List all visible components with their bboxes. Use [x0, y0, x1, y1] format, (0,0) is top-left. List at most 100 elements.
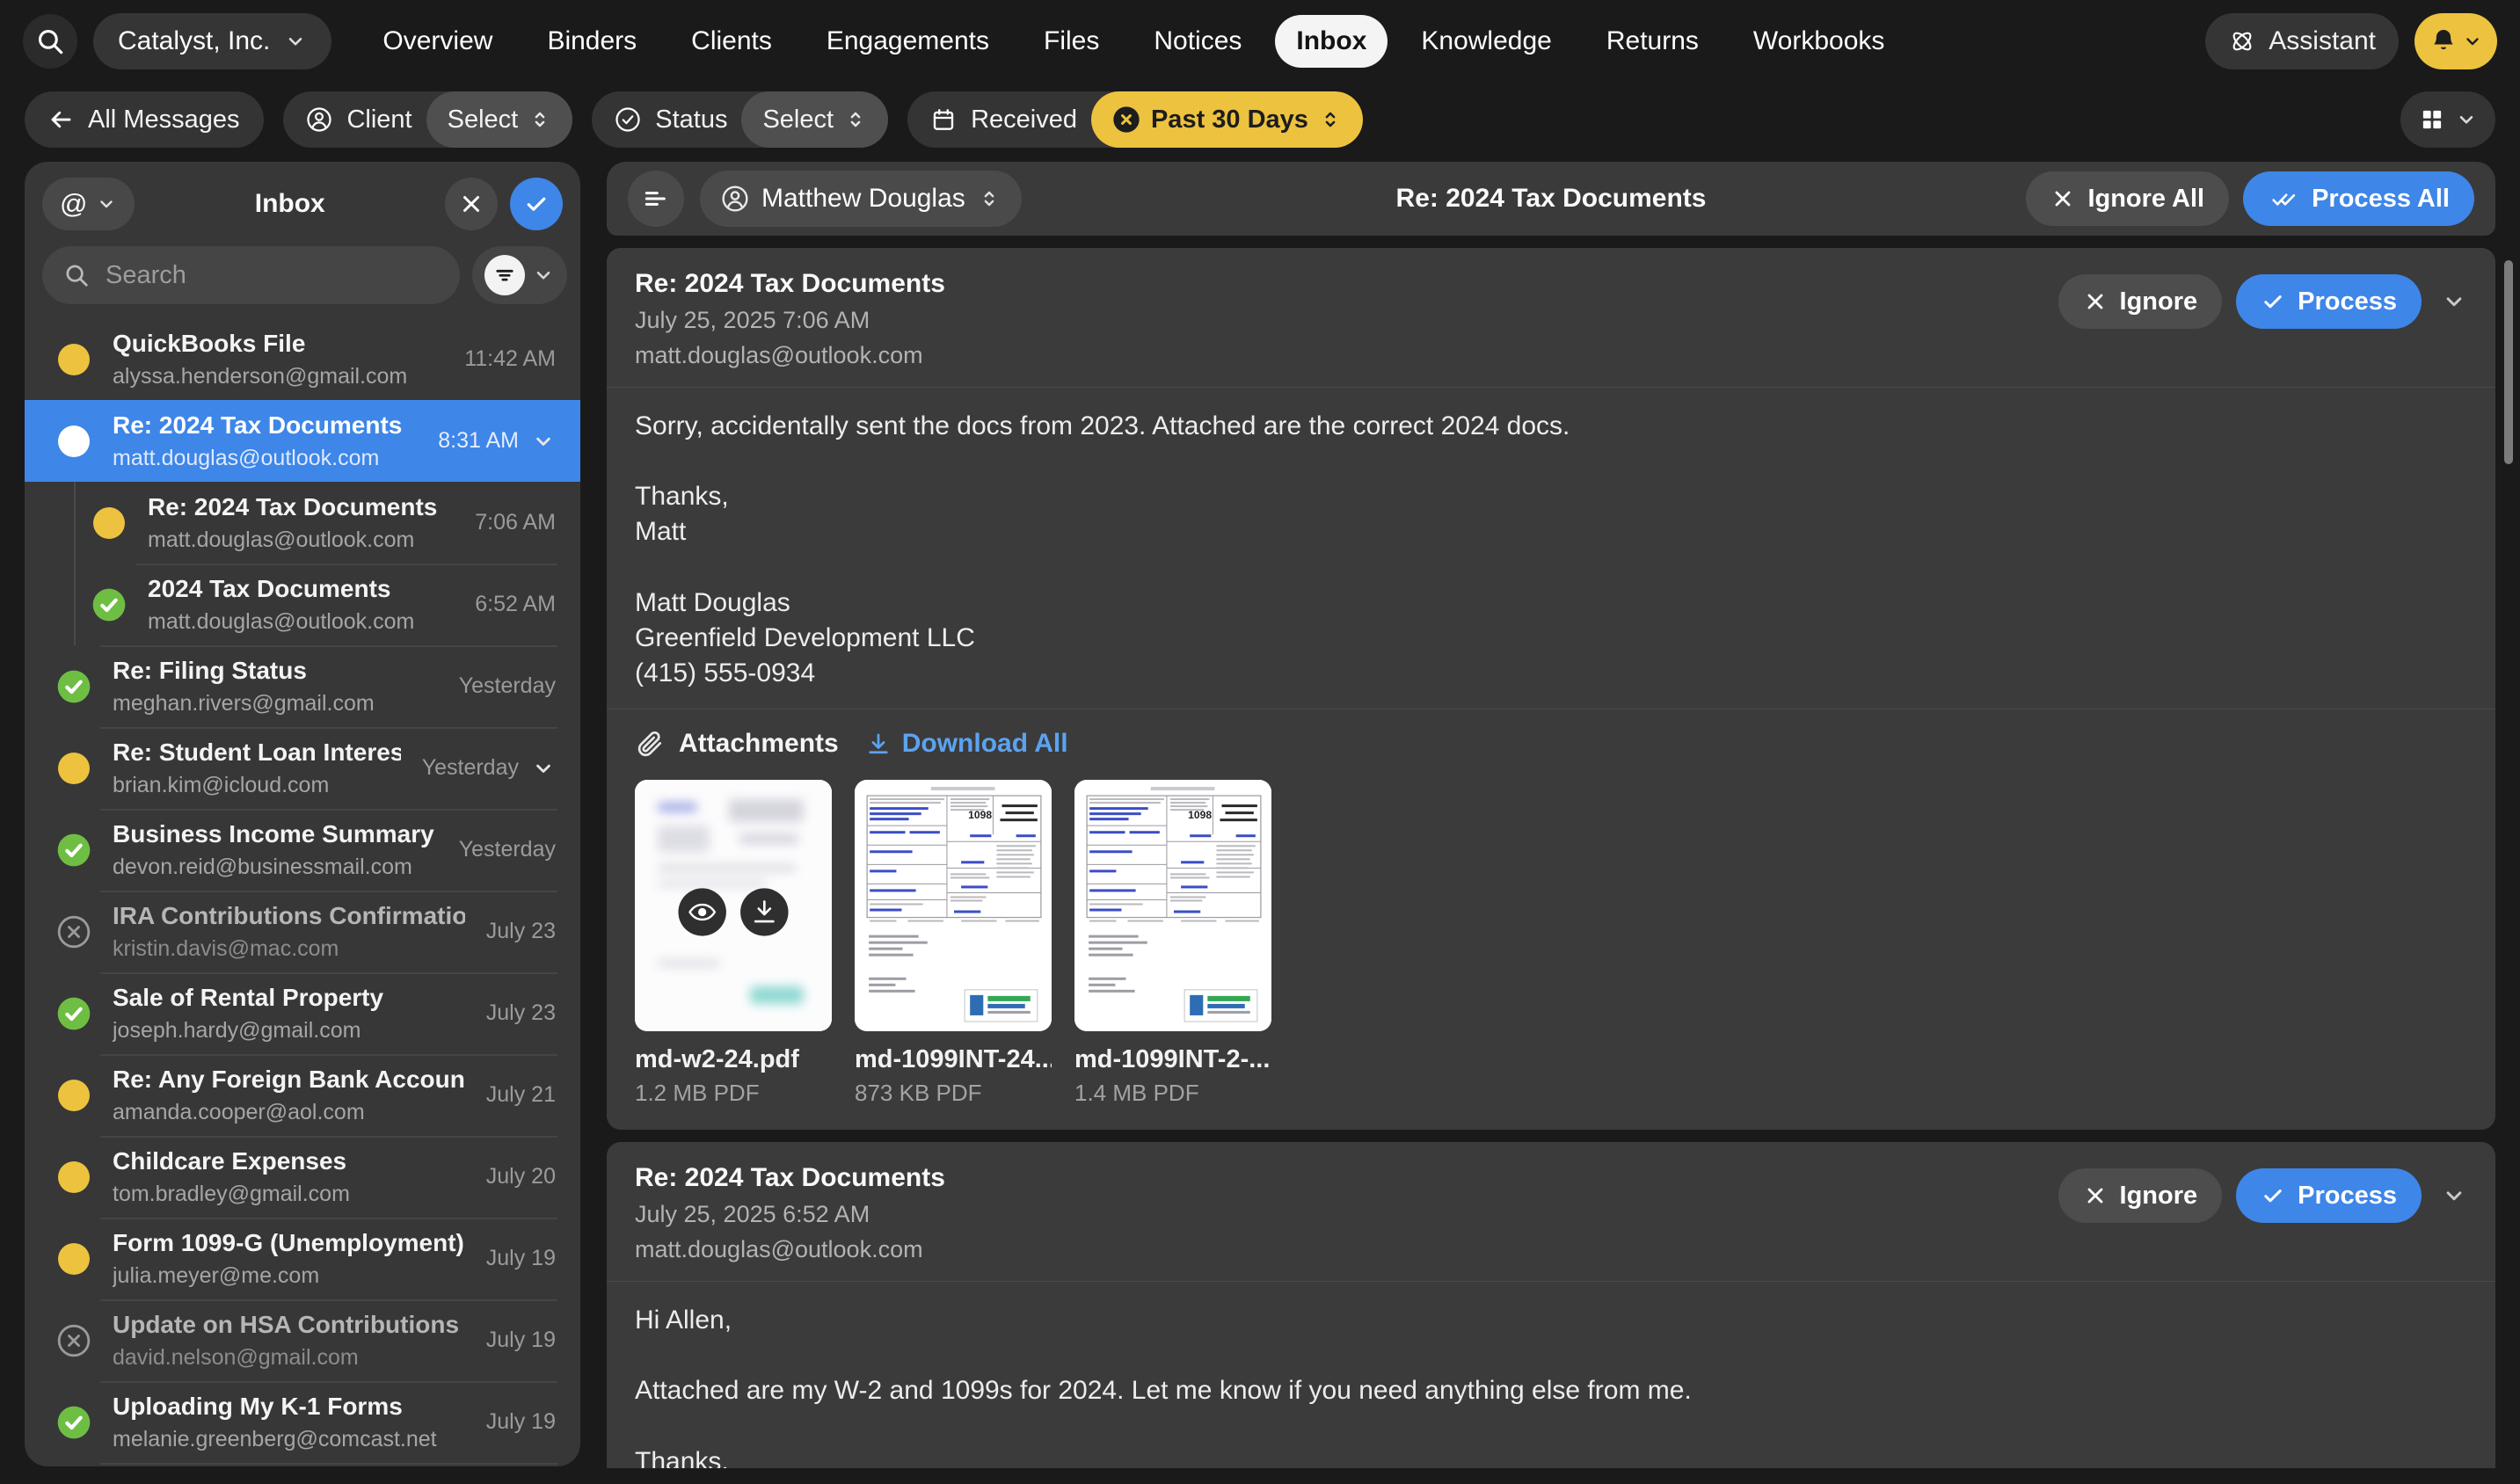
calendar-icon — [930, 106, 957, 133]
notifications-button[interactable] — [2414, 13, 2497, 69]
attachments-label: Attachments — [679, 729, 839, 759]
process-label: Process — [2298, 287, 2397, 316]
chevron-down-icon — [532, 264, 555, 287]
inbox-list-item[interactable]: Re: 2024 Tax Documents matt.douglas@outl… — [25, 400, 580, 482]
attachment-filesize: 873 KB PDF — [855, 1080, 1052, 1107]
attachment-item: md-w2-24.pdf 1.2 MB PDF — [635, 780, 832, 1107]
chevron-down-icon[interactable] — [531, 429, 556, 454]
download-icon — [865, 731, 892, 757]
attachment-filesize: 1.2 MB PDF — [635, 1080, 832, 1107]
inbox-list-item[interactable]: Update on HSA Contributions david.nelson… — [25, 1299, 580, 1381]
nav-tab-notices[interactable]: Notices — [1133, 15, 1263, 68]
assistant-button[interactable]: Assistant — [2205, 13, 2399, 69]
attachment-thumbnail[interactable] — [635, 780, 832, 1031]
nav-tab-clients[interactable]: Clients — [670, 15, 793, 68]
process-button[interactable]: Process — [2236, 274, 2422, 329]
back-all-messages-button[interactable]: All Messages — [25, 91, 264, 148]
item-subject: Business Income Summary — [113, 820, 434, 848]
item-sender-email: joseph.hardy@gmail.com — [113, 1018, 383, 1044]
nav-tab-engagements[interactable]: Engagements — [805, 15, 1010, 68]
attachment-item: 1098 md-1099INT-24... 873 KB PDF — [855, 780, 1052, 1107]
nav-tab-binders[interactable]: Binders — [526, 15, 658, 68]
ignore-all-button[interactable]: Ignore All — [2026, 171, 2229, 226]
thread-header: Matthew Douglas Re: 2024 Tax Documents I… — [607, 162, 2495, 236]
toggle-list-button[interactable] — [628, 171, 684, 227]
client-selector[interactable]: Matthew Douglas — [700, 171, 1022, 227]
search-box[interactable] — [42, 246, 460, 304]
thread-actions: Ignore All Process All — [2026, 171, 2474, 226]
inbox-title: Inbox — [147, 189, 433, 219]
download-all-link[interactable]: Download All — [865, 729, 1068, 759]
item-subject: Form 1099-G (Unemployment) — [113, 1229, 464, 1257]
mention-filter-button[interactable]: @ — [42, 178, 135, 230]
item-text: Re: 2024 Tax Documents matt.douglas@outl… — [113, 411, 402, 471]
inbox-panel-header: @ Inbox — [25, 162, 580, 236]
item-meta: 11:42 AM — [464, 346, 556, 372]
item-sender-email: meghan.rivers@gmail.com — [113, 691, 375, 717]
attachment-thumbnail[interactable]: 1098 — [1074, 780, 1271, 1031]
process-all-button[interactable]: Process All — [2243, 171, 2474, 226]
nav-tab-workbooks[interactable]: Workbooks — [1732, 15, 1906, 68]
inbox-list-item[interactable]: Uploading My K-1 Forms melanie.greenberg… — [25, 1381, 580, 1463]
scrollbar-thumb[interactable] — [2504, 260, 2513, 464]
item-subject: Childcare Expenses — [113, 1147, 350, 1175]
ignore-button[interactable]: Ignore — [2058, 1168, 2223, 1223]
inbox-list-item[interactable]: Business Income Summary devon.reid@busin… — [25, 809, 580, 891]
process-selected-button[interactable] — [510, 178, 563, 230]
global-search-button[interactable] — [23, 14, 77, 69]
inbox-list-item[interactable]: Sale of Rental Property joseph.hardy@gma… — [25, 972, 580, 1054]
nav-tab-knowledge[interactable]: Knowledge — [1400, 15, 1572, 68]
inbox-list-item[interactable]: Re: Do You Have Any Dependen — [25, 1463, 580, 1466]
email-actions: Ignore Process — [2058, 269, 2467, 329]
inbox-list-item[interactable]: Childcare Expenses tom.bradley@gmail.com… — [25, 1136, 580, 1218]
collapse-email-icon[interactable] — [2441, 1182, 2467, 1209]
inbox-list-item[interactable]: Form 1099-G (Unemployment) julia.meyer@m… — [25, 1218, 580, 1299]
received-select[interactable]: Past 30 Days — [1091, 91, 1363, 148]
clear-filter-icon[interactable] — [1112, 105, 1140, 134]
nav-tab-files[interactable]: Files — [1023, 15, 1120, 68]
inbox-list-item[interactable]: IRA Contributions Confirmation kristin.d… — [25, 891, 580, 972]
ignore-selected-button[interactable] — [445, 178, 498, 230]
nav-tab-inbox[interactable]: Inbox — [1275, 15, 1387, 68]
item-time: Yesterday — [459, 673, 556, 699]
inbox-list-item[interactable]: 2024 Tax Documents matt.douglas@outlook.… — [25, 564, 580, 645]
ignore-button[interactable]: Ignore — [2058, 274, 2223, 329]
item-text: Business Income Summary devon.reid@busin… — [113, 820, 434, 880]
status-select[interactable]: Select — [741, 91, 888, 148]
list-filter-button[interactable] — [472, 246, 567, 304]
client-select[interactable]: Select — [426, 91, 573, 148]
item-time: July 20 — [486, 1164, 556, 1189]
person-icon — [306, 106, 332, 133]
item-subject: Re: Any Foreign Bank Accounts? — [113, 1066, 465, 1094]
select-updown-icon — [844, 108, 867, 131]
close-icon — [2083, 1183, 2108, 1208]
nav-tab-returns[interactable]: Returns — [1585, 15, 1720, 68]
search-input[interactable] — [104, 260, 439, 291]
inbox-list-item[interactable]: Re: Student Loan Interest brian.kim@iclo… — [25, 727, 580, 809]
inbox-list-item[interactable]: Re: 2024 Tax Documents matt.douglas@outl… — [25, 482, 580, 564]
list-icon — [642, 185, 670, 213]
item-sender-email: amanda.cooper@aol.com — [113, 1100, 465, 1125]
inbox-list-item[interactable]: Re: Any Foreign Bank Accounts? amanda.co… — [25, 1054, 580, 1136]
attachment-thumbnail[interactable]: 1098 — [855, 780, 1052, 1031]
client-select-value: Select — [448, 105, 519, 135]
item-sender-email: brian.kim@icloud.com — [113, 773, 401, 798]
at-symbol: @ — [60, 188, 87, 220]
view-toggle[interactable] — [2400, 91, 2495, 148]
org-switcher[interactable]: Catalyst, Inc. — [93, 13, 331, 69]
nav-tab-overview[interactable]: Overview — [361, 15, 513, 68]
person-icon — [721, 185, 749, 213]
chevron-down-icon[interactable] — [531, 756, 556, 781]
inbox-list-item[interactable]: QuickBooks File alyssa.henderson@gmail.c… — [25, 318, 580, 400]
chevron-down-icon — [284, 30, 307, 53]
collapse-email-icon[interactable] — [2441, 288, 2467, 315]
item-text: 2024 Tax Documents matt.douglas@outlook.… — [148, 575, 414, 635]
process-button[interactable]: Process — [2236, 1168, 2422, 1223]
inbox-list-item[interactable]: Re: Filing Status meghan.rivers@gmail.co… — [25, 645, 580, 727]
item-meta: July 20 — [486, 1164, 556, 1189]
status-icon — [91, 587, 127, 622]
item-meta: July 19 — [486, 1246, 556, 1271]
item-time: 7:06 AM — [475, 510, 556, 535]
check-icon — [2261, 1183, 2285, 1208]
item-time: Yesterday — [459, 837, 556, 862]
